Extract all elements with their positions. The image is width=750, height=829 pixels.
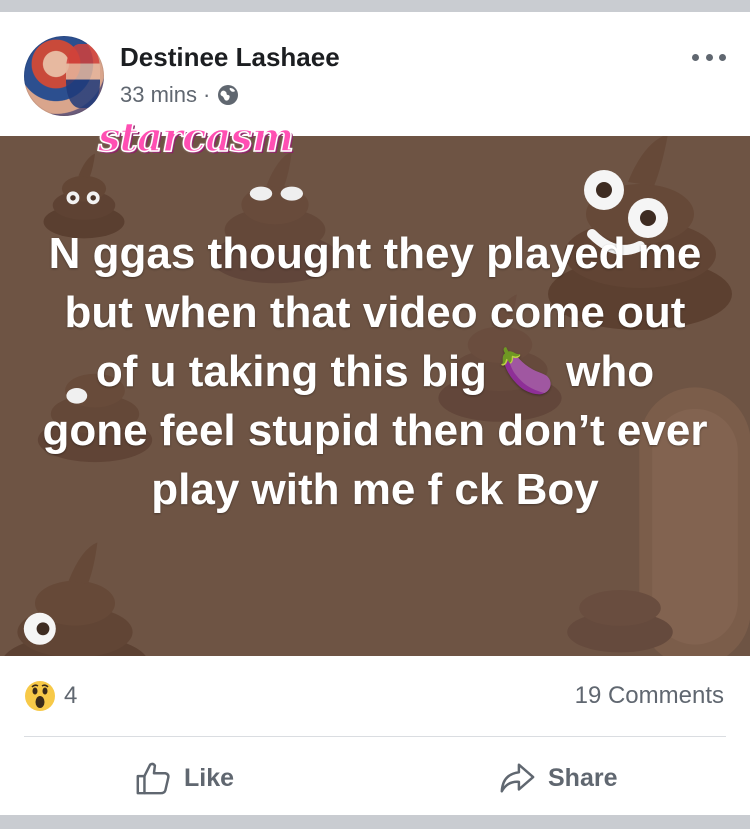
pile-of-poo-icon — [567, 590, 673, 653]
watermark: starcasm — [97, 113, 295, 162]
thumbs-up-icon — [136, 762, 170, 795]
banner-text: N ggas thought they played me but when t… — [42, 229, 708, 514]
divider — [24, 736, 726, 737]
share-button[interactable]: Share — [498, 760, 617, 796]
post-meta: 33 mins · — [120, 82, 240, 108]
post-card: Destinee Lashaee 33 mins · starcasm N gg… — [0, 12, 750, 815]
author-name[interactable]: Destinee Lashaee — [120, 42, 340, 73]
share-label: Share — [548, 763, 618, 792]
reaction-stats: 4 19 Comments — [0, 656, 750, 736]
post-time[interactable]: 33 mins — [120, 82, 197, 108]
action-bar: Like Share — [0, 738, 750, 815]
text-banner: N ggas thought they played me but when t… — [0, 136, 750, 656]
comments-count[interactable]: 19 Comments — [575, 682, 724, 710]
more-options-icon[interactable] — [692, 50, 726, 64]
wow-reaction-icon[interactable] — [24, 680, 56, 712]
meta-separator: · — [203, 82, 211, 107]
reaction-count[interactable]: 4 — [64, 682, 77, 710]
like-label: Like — [184, 763, 235, 792]
pile-of-poo-icon — [4, 542, 146, 656]
avatar[interactable] — [24, 36, 104, 116]
share-arrow-icon — [500, 763, 535, 793]
like-button[interactable]: Like — [134, 760, 234, 796]
globe-icon[interactable] — [216, 83, 240, 107]
